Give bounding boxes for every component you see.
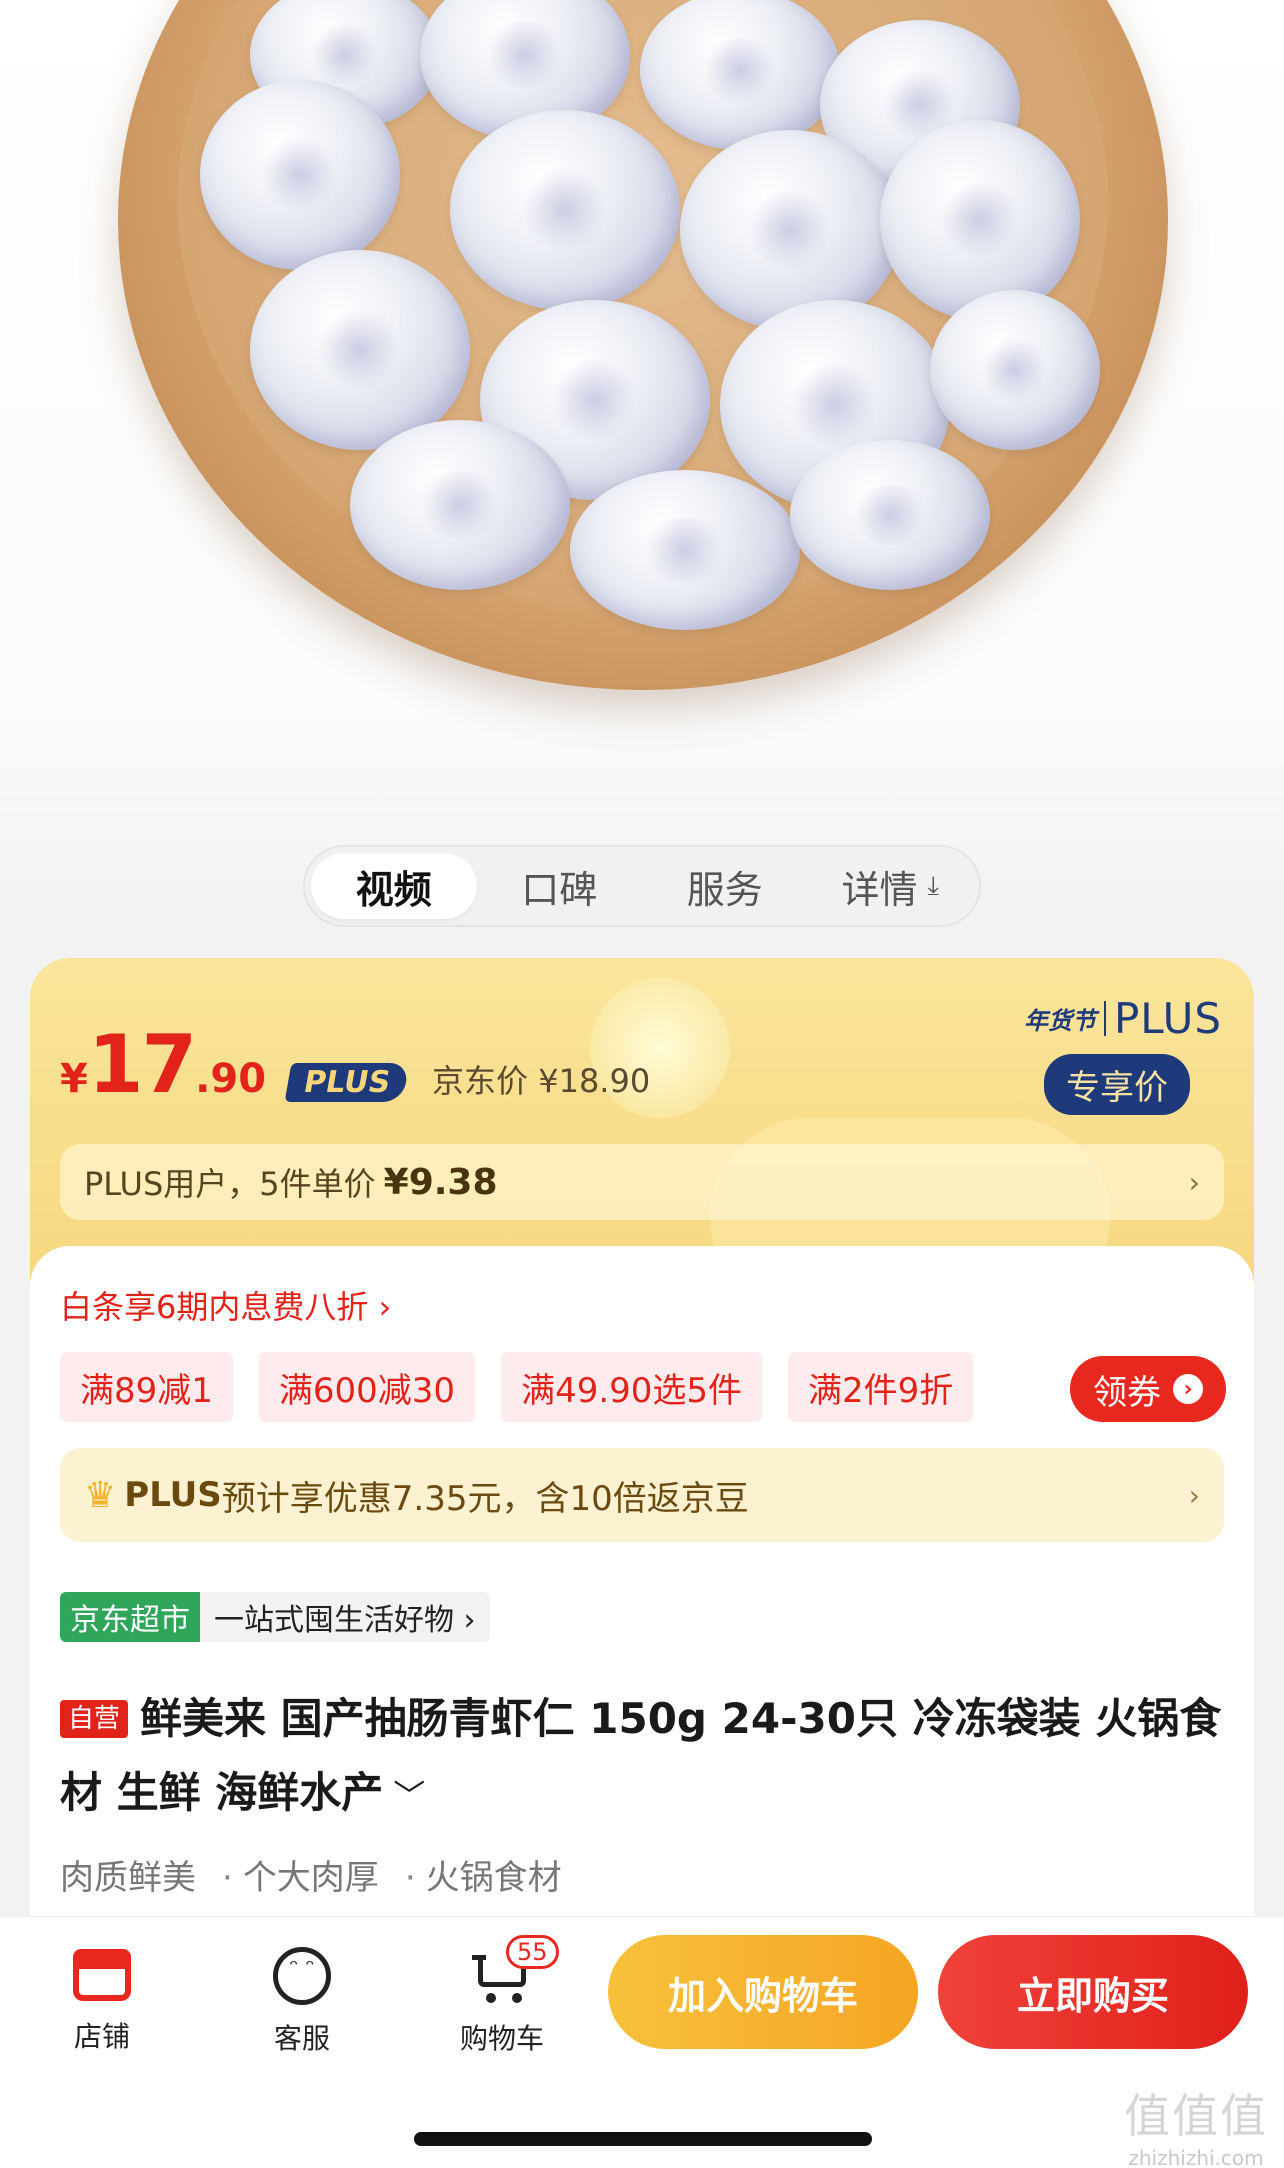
tab-video[interactable]: 视频 <box>311 853 477 919</box>
shrimp <box>680 130 900 330</box>
coupon-tag[interactable]: 满49.90选5件 <box>501 1352 763 1422</box>
add-to-cart-button[interactable]: 加入购物车 <box>608 1935 918 2049</box>
currency-symbol: ¥ <box>60 1056 88 1102</box>
shrimp <box>200 80 400 270</box>
coupon-tag[interactable]: 满89减1 <box>60 1352 233 1422</box>
feature-tag: · 火锅食材 <box>404 1858 562 1898</box>
coupon-tag[interactable]: 满600减30 <box>258 1352 476 1422</box>
plus-badge: PLUS <box>284 1063 410 1102</box>
plus-savings-text: 预计享优惠7.35元，含10倍返京豆 <box>221 1478 749 1519</box>
store-banner[interactable]: 京东超市 一站式囤生活好物 › <box>60 1592 490 1642</box>
product-image[interactable] <box>0 0 1284 880</box>
coupon-tag[interactable]: 满2件9折 <box>788 1352 974 1422</box>
customer-service-button[interactable]: 客服 <box>242 1939 362 2057</box>
bottom-action-bar: 店铺 客服 购物车 55 加入购物车 立即购买 <box>0 1916 1284 2168</box>
baitiao-promo-link[interactable]: 白条享6期内息费八折 › <box>60 1282 391 1328</box>
jd-price: 京东价 ¥18.90 <box>432 1062 651 1100</box>
shrimp <box>790 440 990 590</box>
shrimp <box>450 110 680 310</box>
shrimp <box>250 250 470 450</box>
shrimp <box>350 420 570 590</box>
festival-badge: 年货节 <box>1024 1001 1106 1036</box>
self-operated-badge: 自营 <box>60 1700 129 1738</box>
plus-savings-row[interactable]: ♛ PLUS 预计享优惠7.35元，含10倍返京豆 › <box>60 1448 1224 1542</box>
festival-plus-logo: 年货节 PLUS <box>1024 994 1222 1043</box>
arrow-circle-icon: › <box>1173 1374 1203 1404</box>
jd-supermarket-tag: 京东超市 <box>60 1592 200 1642</box>
price-integer: 17 <box>87 1018 197 1111</box>
chevron-right-icon: › <box>1188 1165 1200 1199</box>
chevron-right-icon: › <box>1188 1478 1200 1512</box>
shrimp <box>880 120 1080 320</box>
price-row: ¥ 17 .90 PLUS 京东价 ¥18.90 <box>60 1018 650 1111</box>
tab-service[interactable]: 服务 <box>642 853 808 919</box>
product-info-card: 白条享6期内息费八折 › 满89减1 满600减30 满49.90选5件 满2件… <box>30 1246 1254 1926</box>
product-title[interactable]: 自营 鲜美来 国产抽肠青虾仁 150g 24-30只 冷冻袋装 火锅食材 生鲜 海… <box>60 1682 1230 1833</box>
price-decimal: .90 <box>195 1056 267 1102</box>
buy-now-button[interactable]: 立即购买 <box>938 1935 1248 2049</box>
store-icon <box>73 1949 131 2001</box>
shrimp <box>930 290 1100 450</box>
plus-unit-price: ¥9.38 <box>383 1161 498 1203</box>
plus-label: PLUS <box>124 1475 222 1515</box>
exclusive-price-badge: 专享价 <box>1044 1054 1190 1115</box>
feature-tag: 肉质鲜美 <box>60 1858 196 1898</box>
cart-count-badge: 55 <box>506 1935 559 1969</box>
download-icon: ⤓ <box>927 870 940 901</box>
crown-icon: ♛ <box>84 1474 117 1516</box>
watermark: 值值值 zhizhizhi.com <box>1124 2089 1268 2168</box>
tab-reviews[interactable]: 口碑 <box>477 853 643 919</box>
chevron-down-icon[interactable]: ﹀ <box>393 1777 425 1815</box>
shrimp <box>570 470 800 630</box>
store-button[interactable]: 店铺 <box>42 1939 162 2055</box>
product-title-text: 鲜美来 国产抽肠青虾仁 150g 24-30只 冷冻袋装 火锅食材 生鲜 海鲜水… <box>60 1694 1222 1817</box>
feature-tag: · 个大肉厚 <box>222 1858 379 1898</box>
plus-logo-text: PLUS <box>1113 994 1222 1043</box>
coupon-list: 满89减1 满600减30 满49.90选5件 满2件9折 <box>60 1352 974 1422</box>
tab-details[interactable]: 详情 ⤓ <box>808 853 974 919</box>
section-tabs: 视频 口碑 服务 详情 ⤓ <box>303 845 981 927</box>
smiley-chat-icon <box>273 1947 331 2005</box>
store-slogan: 一站式囤生活好物 › <box>200 1592 490 1642</box>
plus-user-price-row[interactable]: PLUS用户，5件单价 ¥9.38 › <box>60 1144 1224 1220</box>
get-coupon-button[interactable]: 领券 › <box>1070 1356 1226 1422</box>
home-indicator[interactable] <box>414 2132 872 2146</box>
feature-tags: 肉质鲜美 · 个大肉厚 · 火锅食材 <box>60 1850 562 1899</box>
plus-user-text: PLUS用户，5件单价 <box>84 1165 376 1203</box>
